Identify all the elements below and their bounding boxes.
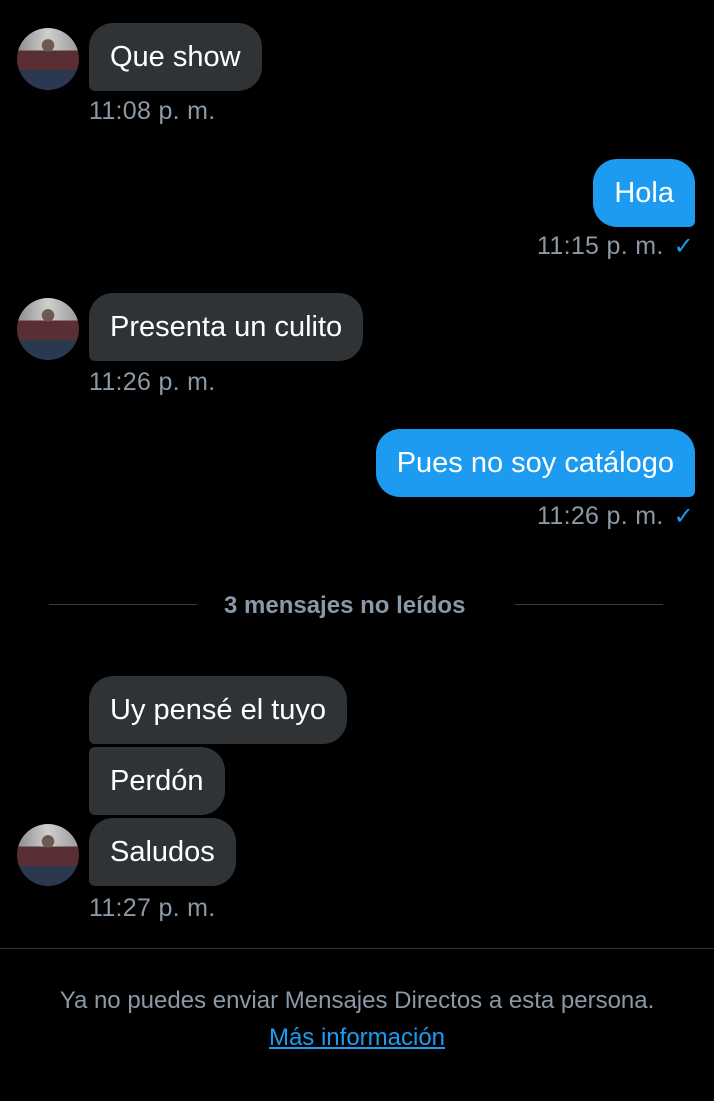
- avatar[interactable]: [17, 298, 79, 360]
- message-timestamp-row: 11:15 p. m. ✓: [537, 232, 694, 261]
- avatar[interactable]: [17, 824, 79, 886]
- incoming-message[interactable]: Saludos: [89, 818, 236, 886]
- check-icon: ✓: [673, 503, 694, 530]
- message-timestamp-row: 11:26 p. m. ✓: [537, 502, 694, 531]
- outgoing-message[interactable]: Hola: [593, 159, 695, 227]
- divider-line: [515, 604, 663, 605]
- more-info-link: Más información: [0, 1024, 714, 1052]
- unread-divider-label: 3 mensajes no leídos: [224, 592, 466, 619]
- more-info-link-text[interactable]: Más información: [269, 1024, 445, 1051]
- avatar[interactable]: [17, 28, 79, 90]
- dm-restriction-notice: Ya no puedes enviar Mensajes Directos a …: [59, 987, 655, 1014]
- check-icon: ✓: [673, 233, 694, 260]
- incoming-message[interactable]: Que show: [89, 23, 262, 91]
- divider-line: [49, 604, 197, 605]
- incoming-message[interactable]: Uy pensé el tuyo: [89, 676, 348, 744]
- outgoing-message[interactable]: Pues no soy catálogo: [375, 429, 695, 497]
- message-timestamp: 11:15 p. m.: [537, 232, 664, 260]
- message-timestamp: 11:08 p. m.: [89, 97, 216, 125]
- incoming-message[interactable]: Perdón: [89, 747, 225, 815]
- message-timestamp: 11:26 p. m.: [537, 502, 664, 530]
- message-timestamp: 11:26 p. m.: [89, 368, 216, 396]
- footer-divider: [0, 948, 714, 949]
- incoming-message[interactable]: Presenta un culito: [89, 293, 364, 361]
- message-timestamp: 11:27 p. m.: [89, 894, 216, 922]
